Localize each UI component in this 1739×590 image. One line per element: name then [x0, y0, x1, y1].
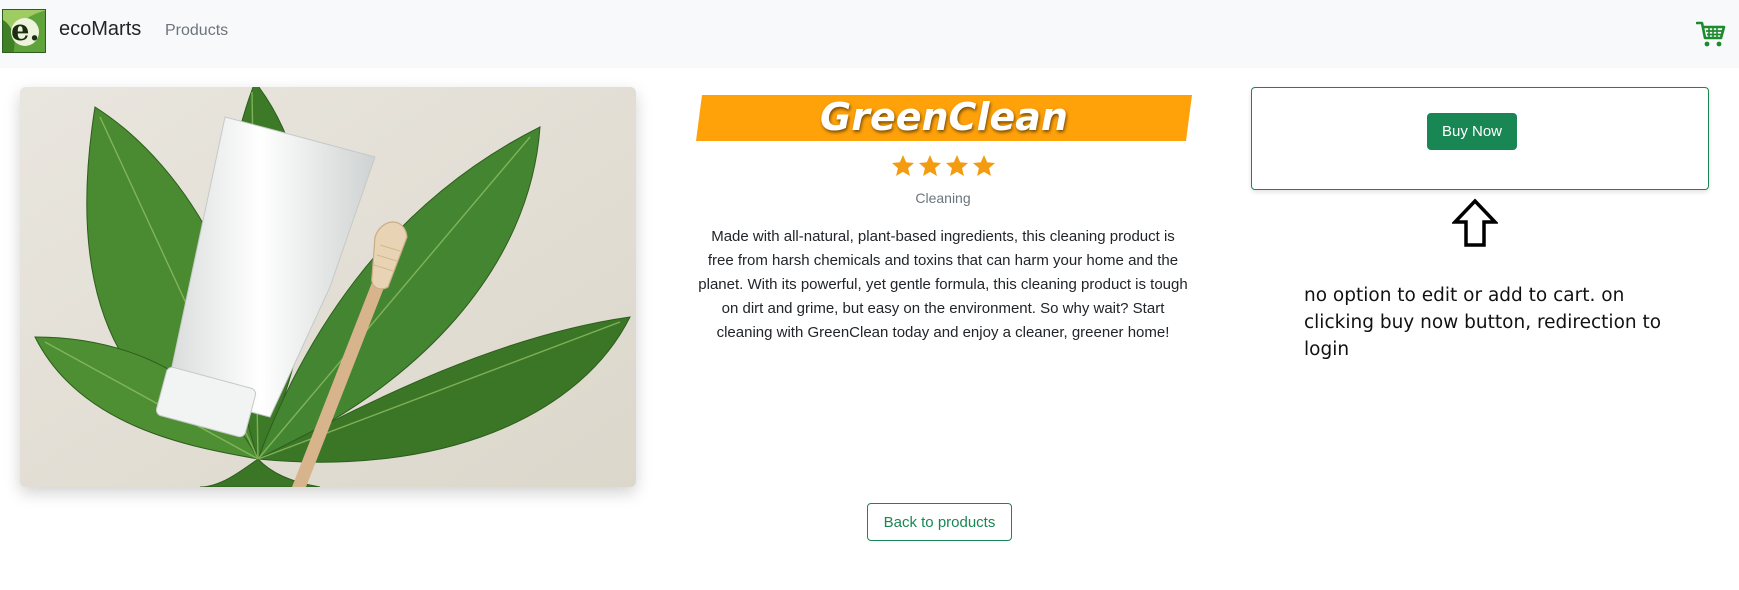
star-icon [918, 154, 942, 176]
brand-logo-letter: e. [11, 13, 40, 47]
annotation-note: no option to edit or add to cart. on cli… [1304, 285, 1662, 360]
cart-icon[interactable] [1695, 19, 1726, 49]
brand-name[interactable]: ecoMarts [59, 18, 141, 41]
star-icon [972, 154, 996, 176]
navbar: e. ecoMarts Products [0, 0, 1739, 68]
star-icon [945, 154, 969, 176]
up-arrow-icon [1452, 198, 1498, 247]
product-image [20, 87, 636, 487]
star-icon [891, 154, 915, 176]
product-category: Cleaning [915, 190, 971, 206]
product-title: GreenClean [820, 95, 1068, 139]
nav-link-products[interactable]: Products [165, 22, 228, 40]
buy-now-button[interactable]: Buy Now [1427, 113, 1517, 150]
rating-stars [890, 153, 1000, 179]
brand-logo[interactable]: e. [2, 9, 46, 53]
product-description: Made with all-natural, plant-based ingre… [698, 228, 1188, 341]
back-to-products-button[interactable]: Back to products [867, 503, 1012, 541]
